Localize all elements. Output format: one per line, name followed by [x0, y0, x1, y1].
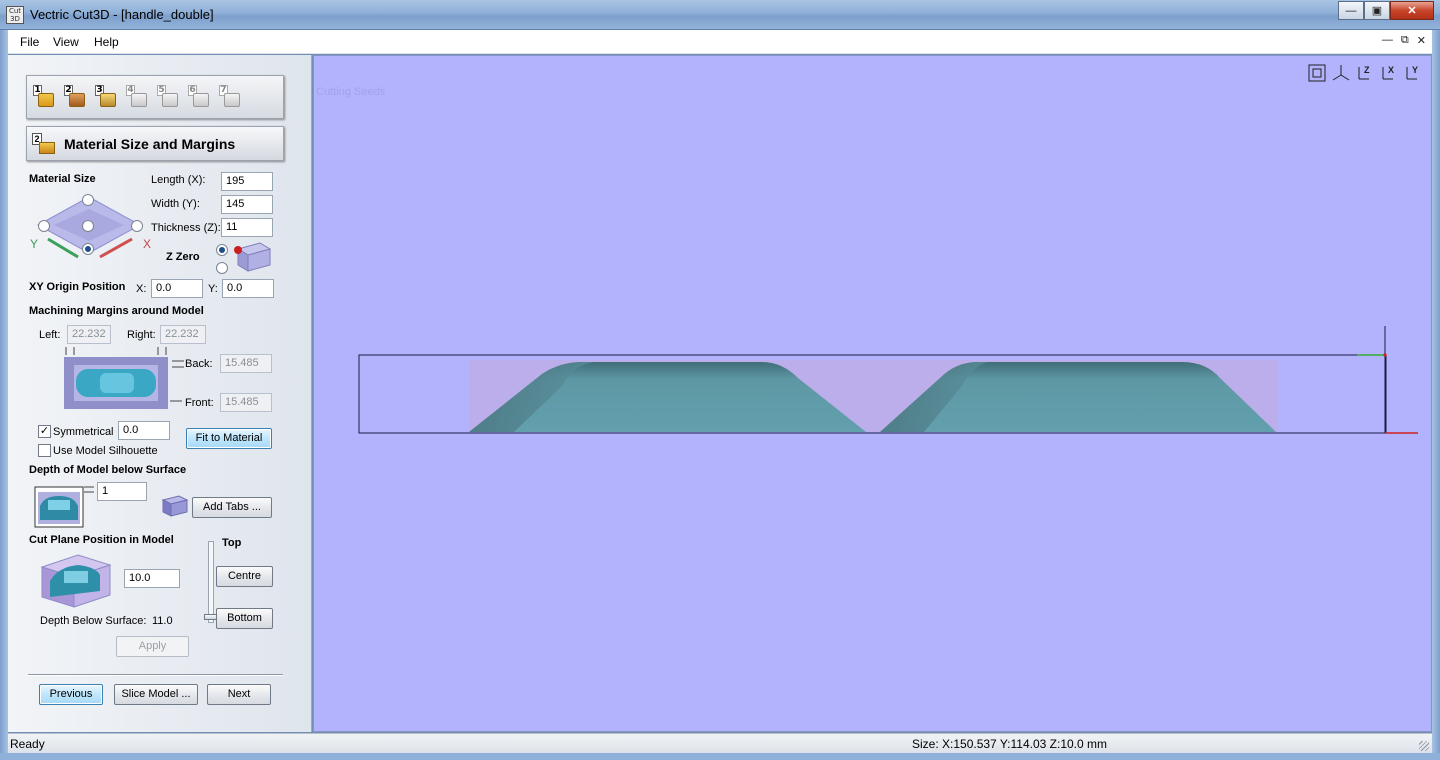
top-label: Top: [222, 537, 242, 549]
origin-left-radio[interactable]: [38, 220, 50, 232]
menu-bar: File View Help — ⧉ ✕: [8, 30, 1432, 54]
depth-below-value: 11.0: [152, 615, 173, 627]
silhouette-label: Use Model Silhouette: [53, 445, 158, 457]
panel-divider: [28, 674, 283, 676]
depth-input[interactable]: 1: [97, 482, 147, 501]
status-bar: Ready Size: X:150.537 Y:114.03 Z:10.0 mm: [8, 733, 1432, 753]
tabs-block-icon: [161, 495, 189, 517]
thickness-input[interactable]: 11: [221, 218, 273, 237]
width-label: Width (Y):: [151, 198, 200, 210]
step-5-icon[interactable]: 5: [157, 85, 179, 109]
minimize-icon[interactable]: —: [1338, 1, 1364, 20]
origin-top-radio[interactable]: [82, 194, 94, 206]
origin-x-label: X:: [136, 283, 147, 295]
silhouette-checkbox[interactable]: [38, 444, 51, 457]
xy-origin-label: XY Origin Position: [29, 281, 126, 293]
slice-model-button[interactable]: Slice Model ...: [114, 684, 198, 705]
app-icon[interactable]: Cut 3D: [6, 6, 24, 24]
zzero-bottom-radio[interactable]: [216, 262, 228, 274]
front-margin-tick: [170, 400, 182, 402]
symmetrical-label: Symmetrical: [53, 426, 114, 438]
material-step-icon: 2: [32, 133, 56, 157]
length-input[interactable]: 195: [221, 172, 273, 191]
section-header: 2 Material Size and Margins: [26, 126, 284, 161]
step-3-orientation-icon[interactable]: 3: [95, 85, 117, 109]
step-6-icon[interactable]: 6: [188, 85, 210, 109]
axis-x-label: X: [143, 237, 152, 251]
symmetrical-input[interactable]: 0.0: [118, 421, 170, 440]
window-controls: — ▣ ✕: [1338, 1, 1434, 20]
model-scene: [358, 326, 1418, 434]
margin-front-input[interactable]: 15.485: [220, 393, 272, 412]
origin-right-radio[interactable]: [131, 220, 143, 232]
depth-diagram: [34, 486, 84, 528]
centre-button[interactable]: Centre: [216, 566, 273, 587]
material-size-heading: Material Size: [29, 173, 96, 185]
menu-file[interactable]: File: [20, 35, 39, 49]
section-title: Material Size and Margins: [64, 136, 236, 152]
step-1-open-icon[interactable]: 1: [33, 85, 55, 109]
step-toolbar: 1 2 3 4 5 6 7: [26, 75, 284, 119]
cutplane-heading: Cut Plane Position in Model: [29, 534, 174, 546]
mdi-close-icon[interactable]: ✕: [1417, 34, 1426, 47]
margin-front-label: Front:: [185, 397, 214, 409]
margin-back-label: Back:: [185, 358, 213, 370]
depth-heading: Depth of Model below Surface: [29, 464, 187, 476]
title-bar[interactable]: Cut 3D Vectric Cut3D - [handle_double] —…: [0, 0, 1440, 30]
margin-right-input[interactable]: 22.232: [160, 325, 206, 344]
depth-tick: [84, 486, 94, 493]
axis-y-label: Y: [30, 237, 39, 251]
cutplane-slider-track[interactable]: [208, 541, 214, 623]
zzero-top-radio[interactable]: [216, 244, 228, 256]
margins-heading: Machining Margins around Model: [29, 305, 204, 317]
status-size: Size: X:150.537 Y:114.03 Z:10.0 mm: [912, 737, 1108, 751]
length-label: Length (X):: [151, 174, 206, 186]
window-frame-left: [0, 30, 8, 760]
add-tabs-button[interactable]: Add Tabs ...: [192, 497, 272, 518]
bottom-button[interactable]: Bottom: [216, 608, 273, 629]
cutplane-diagram: [40, 554, 112, 608]
origin-center-radio[interactable]: [82, 220, 94, 232]
depth-below-label: Depth Below Surface:: [40, 615, 147, 627]
left-panel: 1 2 3 4 5 6 7 2 Material Size and Margin…: [8, 55, 312, 732]
close-icon[interactable]: ✕: [1390, 1, 1434, 20]
origin-bottom-radio[interactable]: [82, 243, 94, 255]
window-title: Vectric Cut3D - [handle_double]: [30, 7, 214, 22]
margin-right-label: Right:: [127, 329, 156, 341]
menu-view[interactable]: View: [53, 35, 79, 49]
resize-grip-icon[interactable]: [1419, 741, 1429, 751]
mdi-restore-icon[interactable]: ⧉: [1401, 34, 1409, 47]
apply-button[interactable]: Apply: [116, 636, 189, 657]
window-frame-right: [1432, 30, 1440, 760]
status-ready: Ready: [10, 737, 45, 751]
mdi-minimize-icon[interactable]: —: [1382, 34, 1393, 47]
thickness-label: Thickness (Z):: [151, 222, 221, 234]
width-input[interactable]: 145: [221, 195, 273, 214]
step-2-material-icon[interactable]: 2: [64, 85, 86, 109]
origin-y-input[interactable]: 0.0: [222, 279, 274, 298]
origin-y-label: Y:: [208, 283, 218, 295]
margin-left-input[interactable]: 22.232: [67, 325, 111, 344]
margin-back-input[interactable]: 15.485: [220, 354, 272, 373]
symmetrical-checkbox[interactable]: ✓: [38, 425, 51, 438]
restore-icon[interactable]: ▣: [1364, 1, 1390, 20]
fit-to-material-button[interactable]: Fit to Material: [186, 428, 272, 449]
origin-x-input[interactable]: 0.0: [151, 279, 203, 298]
zzero-label: Z Zero: [166, 251, 200, 263]
next-button[interactable]: Next: [207, 684, 271, 705]
menu-help[interactable]: Help: [94, 35, 119, 49]
step-4-icon[interactable]: 4: [126, 85, 148, 109]
previous-button[interactable]: Previous: [39, 684, 103, 705]
margin-left-label: Left:: [39, 329, 61, 341]
zzero-block-icon: [234, 242, 272, 272]
mdi-controls: — ⧉ ✕: [1382, 34, 1426, 47]
window-frame-bottom: [0, 753, 1440, 760]
step-7-icon[interactable]: 7: [219, 85, 241, 109]
cutplane-input[interactable]: 10.0: [124, 569, 180, 588]
3d-viewport[interactable]: Cutting Seeds Z X Y: [313, 55, 1432, 732]
